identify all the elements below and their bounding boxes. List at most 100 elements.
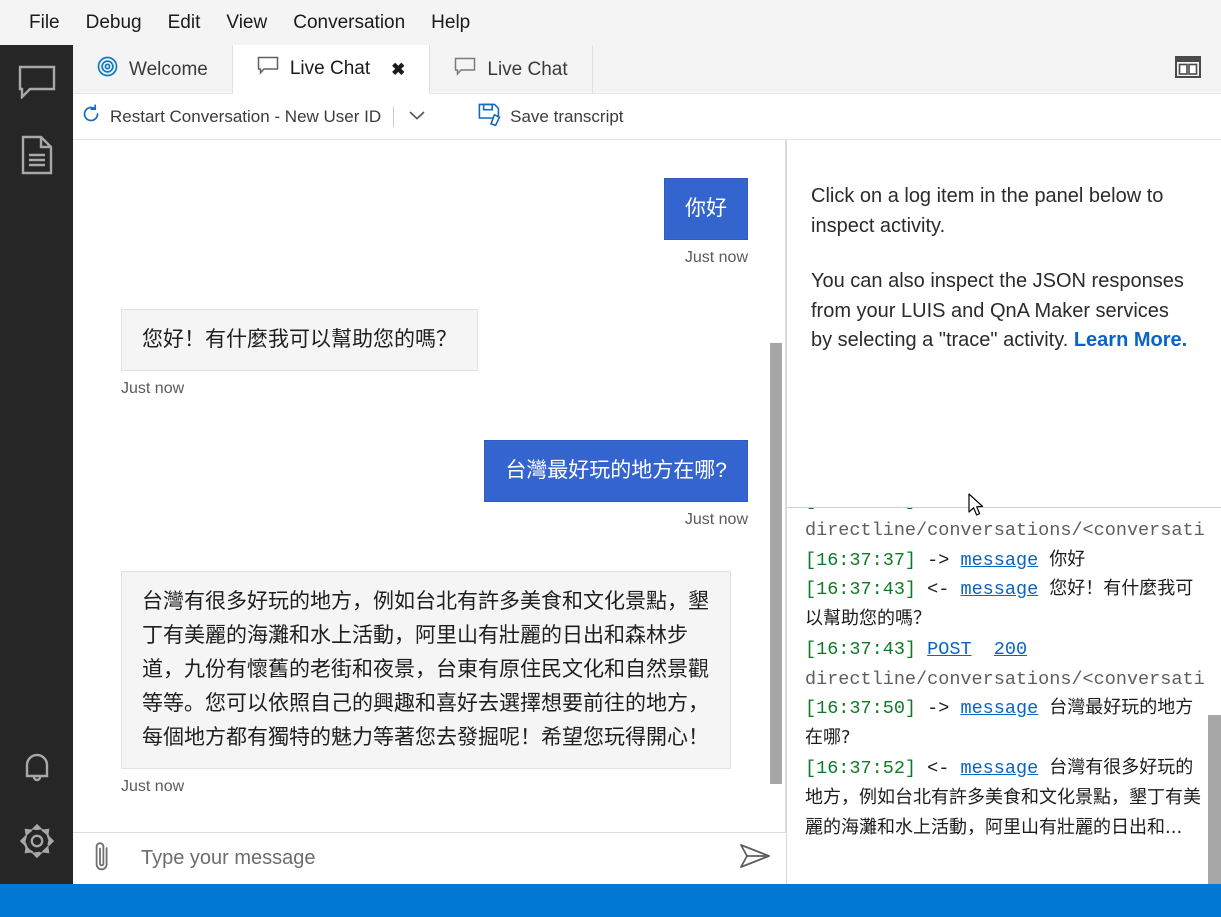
chat-scrollbar-track[interactable] xyxy=(770,140,782,832)
chevron-down-icon xyxy=(408,108,426,126)
conversation-toolbar: Restart Conversation - New User ID Save … xyxy=(73,94,1221,140)
learn-more-link[interactable]: Learn More. xyxy=(1074,329,1187,351)
tab-welcome[interactable]: Welcome xyxy=(73,45,233,94)
activity-bar-resources[interactable] xyxy=(0,118,73,191)
save-transcript-label: Save transcript xyxy=(510,106,624,126)
bell-icon xyxy=(19,749,55,787)
restart-conversation-label: Restart Conversation - New User ID xyxy=(110,106,382,126)
tab-live-chat-active[interactable]: Live Chat ✖ xyxy=(232,45,431,94)
document-icon xyxy=(20,135,54,175)
log-direction-arrow: <- xyxy=(927,758,950,780)
log-entry[interactable]: [16:37:52] <- message 台灣有很多好玩的地方，例如台北有許多… xyxy=(805,754,1205,843)
tab-label: Live Chat xyxy=(487,58,568,80)
chat-timestamp: Just now xyxy=(684,511,748,529)
chat-message-row: 您好！有什麼我可以幫助您的嗎？ Just now xyxy=(121,309,748,440)
log-message-text: 你好 xyxy=(1049,548,1086,570)
message-input[interactable] xyxy=(131,832,724,885)
log-timestamp: [16:37:50] xyxy=(805,698,917,720)
chat-message-row: 台灣最好玩的地方在哪? Just now xyxy=(121,440,748,571)
send-message-button[interactable] xyxy=(724,833,786,885)
log-timestamp: [16:37:43] xyxy=(805,579,917,601)
log-continuation: directline/conversations/<conversati xyxy=(805,668,1205,690)
log-entry[interactable]: [16:37:43] <- message 您好！有什麼我可以幫助您的嗎？ xyxy=(805,575,1205,635)
chat-panel: 你好 Just now 您好！有什麼我可以幫助您的嗎？ Just now 台灣最… xyxy=(73,140,786,884)
message-input-bar xyxy=(73,832,786,885)
tab-close-icon[interactable]: ✖ xyxy=(391,61,405,78)
chat-scrollbar-thumb[interactable] xyxy=(770,343,782,784)
emulator-logo-icon xyxy=(97,56,118,83)
log-timestamp: [16:37:52] xyxy=(805,758,917,780)
chat-message-row: 台灣有很多好玩的地方，例如台北有許多美食和文化景點，墾丁有美麗的海灘和水上活動，… xyxy=(121,571,748,832)
log-entry[interactable]: [16:37:50] -> message 台灣最好玩的地方在哪? xyxy=(805,694,1205,754)
menu-item-conversation[interactable]: Conversation xyxy=(280,9,418,36)
tab-label: Welcome xyxy=(129,58,208,80)
menu-item-file[interactable]: File xyxy=(16,9,73,36)
inspector-paragraph-1: Click on a log item in the panel below t… xyxy=(811,185,1164,237)
toolbar-separator xyxy=(393,106,395,127)
activity-bar-notifications[interactable] xyxy=(0,731,73,804)
status-bar xyxy=(0,884,1221,917)
log-activity-link[interactable]: message xyxy=(960,550,1038,571)
menu-item-view[interactable]: View xyxy=(213,9,280,36)
restart-conversation-dropdown[interactable] xyxy=(398,94,436,139)
tab-bar-actions xyxy=(1169,45,1221,93)
chat-timestamp: Just now xyxy=(684,249,748,267)
log-continuation: directline/conversations/<conversati xyxy=(805,519,1205,541)
log-scroll-area[interactable]: [16:37:34] POST 200 directline/conversati… xyxy=(787,508,1221,884)
menu-bar: File Debug Edit View Conversation Help xyxy=(0,0,1221,45)
log-panel: [16:37:34] POST 200 directline/conversati… xyxy=(787,508,1221,884)
menu-item-edit[interactable]: Edit xyxy=(155,9,214,36)
gear-icon xyxy=(17,821,57,861)
chat-message-row: 你好 Just now xyxy=(121,178,748,309)
log-activity-link[interactable]: message xyxy=(960,698,1038,719)
log-scrollbar-thumb[interactable] xyxy=(1208,715,1221,884)
chat-bubble-icon xyxy=(18,65,56,99)
tab-label: Live Chat xyxy=(289,58,371,79)
inspector-paragraph-2: You can also inspect the JSON responses … xyxy=(811,267,1191,356)
log-timestamp: [16:37:43] xyxy=(805,638,917,660)
log-timestamp: [16:37:34] xyxy=(805,508,916,511)
log-timestamp: [16:37:37] xyxy=(805,549,917,571)
menu-item-debug[interactable]: Debug xyxy=(73,9,155,36)
chat-bubble-bot[interactable]: 台灣有很多好玩的地方，例如台北有許多美食和文化景點，墾丁有美麗的海灘和水上活動，… xyxy=(121,571,731,770)
log-method-link[interactable]: POST xyxy=(927,639,971,660)
split-panel-icon xyxy=(1175,55,1201,84)
chat-transcript: 你好 Just now 您好！有什麼我可以幫助您的嗎？ Just now 台灣最… xyxy=(73,140,785,832)
log-direction-arrow: -> xyxy=(927,698,950,720)
chat-bubble-user[interactable]: 你好 xyxy=(664,178,748,241)
tab-live-chat-secondary[interactable]: Live Chat xyxy=(430,45,593,94)
activity-bar xyxy=(0,45,73,917)
menu-item-help[interactable]: Help xyxy=(418,9,483,36)
restart-conversation-button[interactable]: Restart Conversation - New User ID xyxy=(73,94,389,139)
log-status-link[interactable]: 200 xyxy=(994,639,1027,660)
chat-bubble-icon xyxy=(454,57,476,83)
chat-bubble-bot[interactable]: 您好！有什麼我可以幫助您的嗎？ xyxy=(121,309,478,372)
log-entry[interactable]: [16:37:34] POST 200 directline/conversati… xyxy=(805,508,1205,546)
inspector-content: Click on a log item in the panel below t… xyxy=(787,140,1221,356)
chat-bubble-icon xyxy=(257,56,279,82)
attach-file-button[interactable] xyxy=(73,833,131,885)
chat-scroll-area[interactable]: 你好 Just now 您好！有什麼我可以幫助您的嗎？ Just now 台灣最… xyxy=(73,140,785,832)
emulator-window: File Debug Edit View Conversation Help W… xyxy=(0,0,1221,917)
restart-conversation-group: Restart Conversation - New User ID xyxy=(73,94,436,139)
log-entry[interactable]: [16:37:37] -> message 你好 xyxy=(805,546,1205,576)
log-method-link[interactable]: POST xyxy=(927,508,971,511)
save-transcript-button[interactable]: Save transcript xyxy=(470,94,631,139)
chat-timestamp: Just now xyxy=(121,380,185,398)
tab-bar: Welcome Live Chat ✖ Live Chat xyxy=(73,45,1221,94)
restart-icon xyxy=(81,104,101,129)
log-entry[interactable]: [16:37:43] POST 200 directline/conversati… xyxy=(805,635,1205,695)
log-scrollbar-track[interactable] xyxy=(1208,508,1221,884)
log-activity-link[interactable]: message xyxy=(960,579,1038,600)
inspector-panel: Click on a log item in the panel below t… xyxy=(787,140,1221,507)
log-direction-arrow: -> xyxy=(927,549,950,571)
save-disk-icon xyxy=(478,103,501,131)
log-direction-arrow: <- xyxy=(927,579,950,601)
log-activity-link[interactable]: message xyxy=(960,758,1038,779)
activity-bar-settings[interactable] xyxy=(0,804,73,877)
split-panel-button[interactable] xyxy=(1169,49,1207,90)
activity-bar-chat[interactable] xyxy=(0,45,73,118)
chat-timestamp: Just now xyxy=(121,778,185,796)
chat-bubble-user[interactable]: 台灣最好玩的地方在哪? xyxy=(484,440,748,503)
log-status-link[interactable]: 200 xyxy=(994,508,1027,511)
